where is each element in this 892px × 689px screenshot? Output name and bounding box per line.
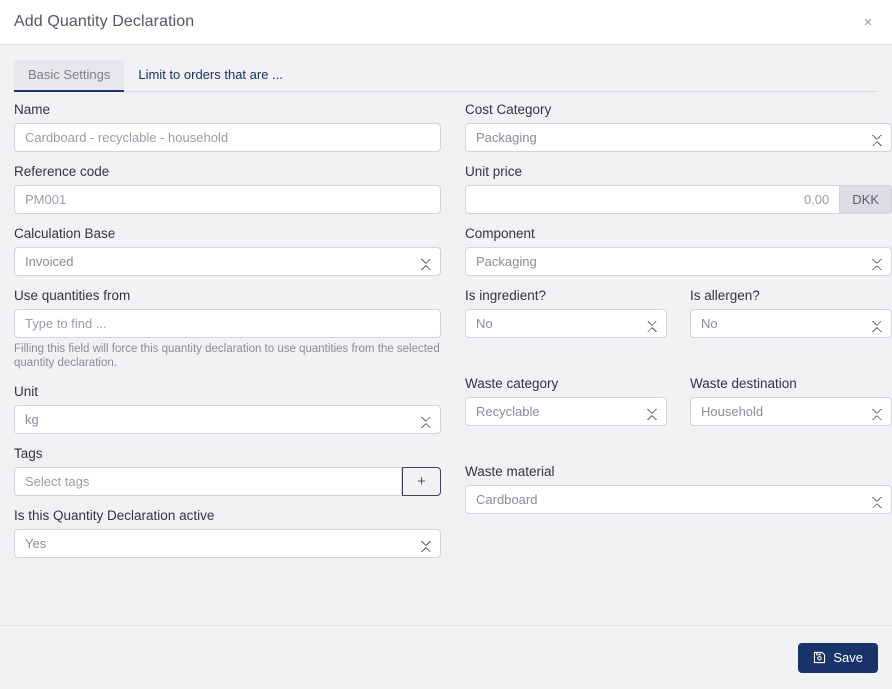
field-reference-code: Reference code bbox=[14, 164, 441, 214]
tags-input-group: + bbox=[14, 467, 441, 496]
field-waste-category: Waste category Recyclable bbox=[465, 376, 667, 426]
form-columns: Name Reference code Calculation Base Inv… bbox=[14, 102, 892, 570]
label-is-allergen: Is allergen? bbox=[690, 288, 760, 303]
modal-footer: Save bbox=[0, 625, 892, 689]
field-is-allergen: Is allergen? No bbox=[690, 288, 892, 338]
label-unit: Unit bbox=[14, 384, 39, 399]
use-quantities-from-help-text: Filling this field will force this quant… bbox=[14, 343, 440, 369]
page-title: Add Quantity Declaration bbox=[14, 13, 195, 30]
component-select[interactable]: Packaging bbox=[465, 247, 892, 276]
label-component: Component bbox=[465, 226, 535, 241]
field-unit-price: Unit price DKK bbox=[465, 164, 892, 214]
unit-price-input-group: DKK bbox=[465, 185, 892, 214]
calculation-base-select[interactable]: Invoiced bbox=[14, 247, 441, 276]
label-is-active: Is this Quantity Declaration active bbox=[14, 508, 215, 523]
save-button-label: Save bbox=[833, 650, 863, 665]
field-unit: Unit kg bbox=[14, 384, 441, 434]
label-waste-material: Waste material bbox=[465, 464, 555, 479]
ingredient-allergen-row: Is ingredient? No Is allergen? No bbox=[465, 288, 892, 338]
waste-category-destination-row: Waste category Recyclable Waste destinat… bbox=[465, 376, 892, 426]
label-reference-code: Reference code bbox=[14, 164, 110, 179]
is-active-select[interactable]: Yes bbox=[14, 529, 441, 558]
close-icon[interactable]: × bbox=[858, 12, 878, 32]
waste-category-select[interactable]: Recyclable bbox=[465, 397, 667, 426]
is-allergen-select[interactable]: No bbox=[690, 309, 892, 338]
save-button[interactable]: Save bbox=[798, 642, 878, 673]
field-calculation-base: Calculation Base Invoiced bbox=[14, 226, 441, 276]
unit-price-input[interactable] bbox=[465, 185, 841, 214]
field-is-active: Is this Quantity Declaration active Yes bbox=[14, 508, 441, 558]
label-use-quantities-from: Use quantities from bbox=[14, 288, 131, 303]
label-cost-category: Cost Category bbox=[465, 102, 552, 117]
form-column-left: Name Reference code Calculation Base Inv… bbox=[14, 102, 441, 570]
waste-material-select[interactable]: Cardboard bbox=[465, 485, 892, 514]
modal-body: Name Reference code Calculation Base Inv… bbox=[0, 92, 892, 625]
label-name: Name bbox=[14, 102, 51, 117]
tags-input[interactable] bbox=[14, 467, 402, 496]
is-ingredient-select[interactable]: No bbox=[465, 309, 667, 338]
add-quantity-declaration-modal: Add Quantity Declaration × Basic Setting… bbox=[0, 0, 892, 689]
tabs-container: Basic Settings Limit to orders that are … bbox=[0, 45, 892, 92]
name-input[interactable] bbox=[14, 123, 441, 152]
field-waste-destination: Waste destination Household bbox=[690, 376, 892, 426]
waste-destination-select[interactable]: Household bbox=[690, 397, 892, 426]
tab-list: Basic Settings Limit to orders that are … bbox=[14, 59, 878, 92]
field-is-ingredient: Is ingredient? No bbox=[465, 288, 667, 338]
label-waste-category: Waste category bbox=[465, 376, 559, 391]
unit-price-currency-suffix: DKK bbox=[840, 185, 892, 214]
add-tag-button[interactable]: + bbox=[402, 467, 441, 496]
unit-select[interactable]: kg bbox=[14, 405, 441, 434]
cost-category-select[interactable]: Packaging bbox=[465, 123, 892, 152]
modal-header: Add Quantity Declaration × bbox=[0, 0, 892, 45]
form-column-right: Cost Category Packaging Unit price DKK C… bbox=[465, 102, 892, 570]
tab-basic-settings[interactable]: Basic Settings bbox=[14, 60, 125, 92]
label-is-ingredient: Is ingredient? bbox=[465, 288, 547, 303]
field-tags: Tags + bbox=[14, 446, 441, 496]
field-name: Name bbox=[14, 102, 441, 152]
field-waste-material: Waste material Cardboard bbox=[465, 464, 892, 514]
tab-limit-to-orders[interactable]: Limit to orders that are ... bbox=[124, 60, 297, 91]
use-quantities-from-input[interactable] bbox=[14, 309, 441, 338]
label-calculation-base: Calculation Base bbox=[14, 226, 116, 241]
save-floppy-icon bbox=[813, 651, 826, 664]
label-unit-price: Unit price bbox=[465, 164, 523, 179]
field-component: Component Packaging bbox=[465, 226, 892, 276]
reference-code-input[interactable] bbox=[14, 185, 441, 214]
label-tags: Tags bbox=[14, 446, 43, 461]
field-use-quantities-from: Use quantities from Filling this field w… bbox=[14, 288, 441, 370]
field-cost-category: Cost Category Packaging bbox=[465, 102, 892, 152]
label-waste-destination: Waste destination bbox=[690, 376, 797, 391]
